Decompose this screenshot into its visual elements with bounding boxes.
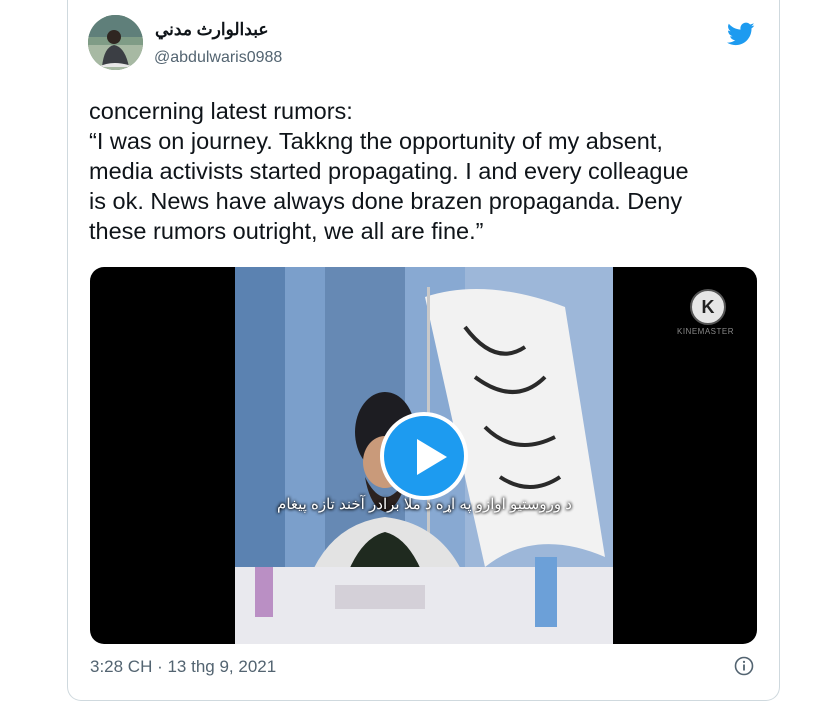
tweet-line: concerning latest rumors:: [89, 98, 353, 124]
tweet-timestamp[interactable]: 3:28 CH · 13 thg 9, 2021: [90, 657, 276, 677]
author-handle[interactable]: @abdulwaris0988: [154, 49, 282, 67]
play-icon[interactable]: [380, 412, 468, 500]
tweet-line: is ok. News have always done brazen prop…: [89, 188, 683, 214]
info-icon[interactable]: [734, 656, 754, 676]
avatar[interactable]: [88, 15, 143, 70]
tweet-line: these rumors outright, we all are fine.”: [89, 218, 484, 244]
kinemaster-logo-icon: K: [690, 289, 726, 325]
video-player[interactable]: د وروستيو اوازو په اړه د ملا برادر آخند …: [90, 267, 757, 644]
tweet-text: concerning latest rumors: “I was on jour…: [89, 96, 759, 246]
tweet-line: “I was on journey. Takkng the opportunit…: [89, 128, 663, 154]
author-name[interactable]: عبدالوارث مدني: [155, 20, 268, 40]
tweet-line: media activists started propagating. I a…: [89, 158, 689, 184]
twitter-bird-icon[interactable]: [725, 20, 757, 48]
kinemaster-watermark: KINEMASTER: [677, 327, 735, 336]
